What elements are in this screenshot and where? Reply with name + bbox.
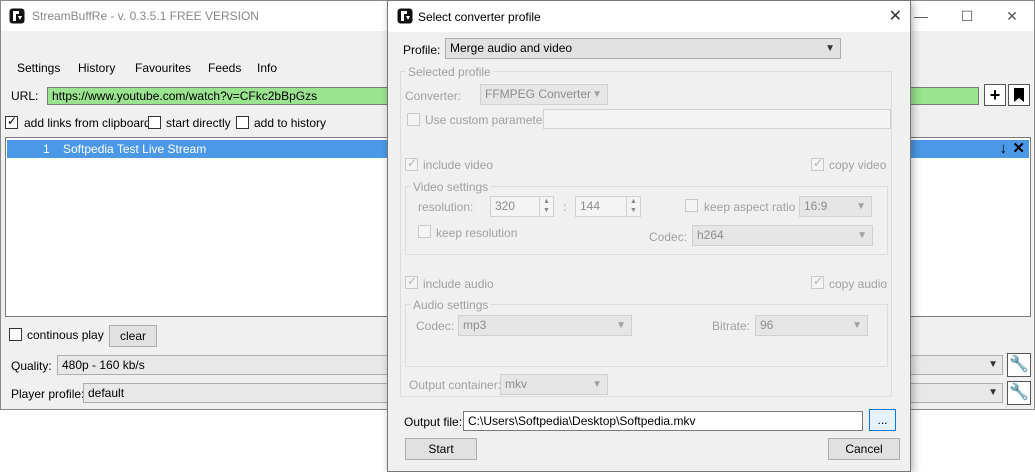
aspect-select[interactable]: 16:9 ▼ [799, 196, 872, 217]
spinner-arrows-icon[interactable]: ▲ ▼ [539, 197, 553, 216]
include-audio-label: include audio [423, 277, 494, 291]
output-container-label: Output container: [409, 378, 502, 392]
menu-favourites[interactable]: Favourites [135, 61, 191, 75]
cancel-button[interactable]: Cancel [828, 438, 900, 460]
keep-resolution-label: keep resolution [436, 226, 518, 240]
copy-audio-checkbox[interactable] [811, 274, 824, 289]
audio-settings-title: Audio settings [411, 298, 491, 312]
list-item-index: 1 [43, 142, 50, 156]
player-profile-label: Player profile: [11, 387, 85, 401]
url-label: URL: [11, 89, 39, 103]
keep-aspect-label: keep aspect ratio [704, 200, 796, 214]
chevron-down-icon: ▼ [988, 359, 998, 370]
selected-profile-title: Selected profile [406, 65, 493, 79]
chevron-down-icon: ▼ [857, 230, 867, 241]
wrench-icon[interactable]: 🔧 [1007, 353, 1031, 377]
continuous-play-label: continous play [27, 328, 104, 342]
dialog-title: Select converter profile [418, 10, 541, 24]
resolution-separator: : [563, 200, 567, 214]
spinner-arrows-icon[interactable]: ▲ ▼ [626, 197, 640, 216]
chevron-down-icon: ▼ [592, 89, 602, 100]
download-arrow-icon[interactable]: ↓ [1000, 140, 1008, 158]
maximize-button[interactable]: ☐ [944, 1, 990, 31]
add-history-checkbox[interactable] [236, 116, 249, 129]
start-directly-checkbox[interactable] [148, 116, 161, 129]
output-file-label: Output file: [404, 415, 463, 429]
output-container-select[interactable]: mkv ▼ [500, 374, 608, 395]
remove-icon[interactable]: ✕ [1012, 140, 1025, 158]
profile-select[interactable]: Merge audio and video ▼ [445, 38, 841, 59]
app-icon [9, 8, 25, 24]
custom-param-label: Use custom parameter: [425, 113, 550, 127]
main-window-title: StreamBuffRe - v. 0.3.5.1 FREE VERSION [32, 9, 259, 23]
quality-value: 480p - 160 kb/s [62, 358, 145, 372]
menu-feeds[interactable]: Feeds [208, 61, 241, 75]
resolution-width-value: 320 [495, 199, 516, 213]
converter-select[interactable]: FFMPEG Converter ▼ [480, 84, 608, 105]
list-item-name: Softpedia Test Live Stream [63, 142, 207, 156]
chevron-down-icon: ▼ [852, 320, 862, 331]
output-file-input[interactable]: C:\Users\Softpedia\Desktop\Softpedia.mkv [463, 411, 863, 431]
browse-button[interactable]: ... [869, 409, 896, 431]
chevron-down-icon: ▼ [825, 43, 835, 54]
bitrate-value: 96 [760, 318, 774, 332]
audio-codec-value: mp3 [463, 318, 487, 332]
video-settings-title: Video settings [411, 180, 491, 194]
menu-settings[interactable]: Settings [17, 61, 60, 75]
copy-video-label: copy video [829, 158, 887, 172]
include-video-label: include video [423, 158, 494, 172]
clear-button[interactable]: clear [109, 325, 157, 347]
aspect-value: 16:9 [804, 199, 828, 213]
converter-label: Converter: [405, 89, 462, 103]
player-profile-value: default [88, 386, 125, 400]
bookmark-icon[interactable] [1008, 84, 1030, 106]
bitrate-label: Bitrate: [712, 319, 751, 333]
profile-label: Profile: [403, 43, 441, 57]
close-button[interactable]: ✕ [989, 1, 1035, 31]
app-icon [397, 8, 413, 24]
custom-param-checkbox[interactable] [407, 113, 420, 126]
keep-aspect-checkbox[interactable] [685, 199, 698, 212]
resolution-label: resolution: [418, 200, 474, 214]
bitrate-select[interactable]: 96 ▼ [755, 315, 868, 336]
custom-param-input[interactable] [543, 109, 891, 129]
audio-codec-label: Codec: [416, 319, 455, 333]
quality-label: Quality: [11, 359, 52, 373]
chevron-down-icon: ▼ [988, 387, 998, 398]
wrench-icon[interactable]: 🔧 [1007, 381, 1031, 405]
keep-resolution-checkbox[interactable] [418, 225, 431, 238]
add-links-label: add links from clipboard [24, 116, 151, 130]
converter-dialog: Select converter profile ✕ Profile: Merg… [387, 0, 911, 472]
close-icon[interactable]: ✕ [889, 6, 902, 26]
copy-video-checkbox[interactable] [811, 156, 824, 171]
dialog-titlebar[interactable]: Select converter profile ✕ [388, 1, 910, 32]
resolution-width-input[interactable]: 320 ▲ ▼ [490, 196, 554, 217]
chevron-down-icon: ▼ [856, 201, 866, 212]
resolution-height-input[interactable]: 144 ▲ ▼ [575, 196, 641, 217]
start-button[interactable]: Start [405, 438, 477, 460]
chevron-down-icon: ▼ [616, 320, 626, 331]
video-codec-label: Codec: [649, 230, 688, 244]
menu-history[interactable]: History [78, 61, 115, 75]
include-audio-checkbox[interactable] [405, 274, 418, 289]
add-history-label: add to history [254, 116, 327, 130]
profile-value: Merge audio and video [450, 41, 573, 55]
output-container-value: mkv [505, 377, 527, 391]
resolution-height-value: 144 [580, 199, 601, 213]
video-codec-select[interactable]: h264 ▼ [692, 225, 873, 246]
include-video-checkbox[interactable] [405, 156, 418, 171]
add-links-checkbox[interactable] [5, 114, 18, 129]
converter-value: FFMPEG Converter [485, 87, 592, 101]
add-url-button[interactable]: + [984, 84, 1006, 106]
audio-codec-select[interactable]: mp3 ▼ [458, 315, 632, 336]
copy-audio-label: copy audio [829, 277, 888, 291]
chevron-down-icon: ▼ [592, 379, 602, 390]
video-codec-value: h264 [697, 228, 724, 242]
start-directly-label: start directly [166, 116, 231, 130]
continuous-play-checkbox[interactable] [9, 328, 22, 341]
menu-info[interactable]: Info [257, 61, 277, 75]
